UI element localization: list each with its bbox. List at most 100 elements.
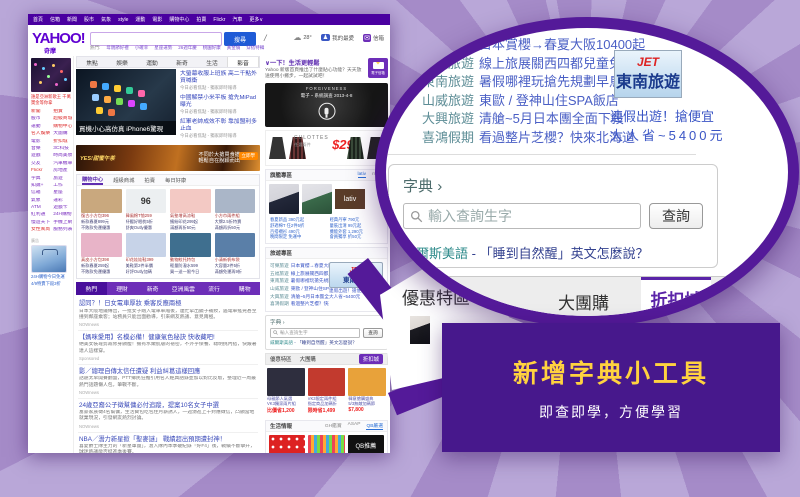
deal-image[interactable] [267, 367, 305, 396]
trending-keyword[interactable]: 小確幸 [135, 45, 149, 51]
sidebar-link[interactable]: 3C科技 [53, 146, 72, 152]
flagship-tab[interactable]: lativ [357, 172, 367, 178]
sidebar-link[interactable]: 房地產 [53, 168, 72, 174]
trending-keyword[interactable]: 桃園好康 [203, 45, 221, 51]
content-tab[interactable]: 新奇 [167, 57, 197, 67]
headline-item[interactable]: 大螢幕收服上班族 高二千點外資喊衝 今日必看焦點 - 獨家即時報導 [180, 71, 260, 91]
sidebar-link[interactable]: 購物中心 [53, 124, 72, 130]
sidebar-link[interactable]: 音樂 [31, 146, 50, 152]
top-nav-item[interactable]: 購物中心 [169, 16, 189, 23]
yahoo-logo[interactable]: YAHOO! [32, 30, 86, 47]
flagship-model-image[interactable] [269, 184, 299, 214]
content-tab[interactable]: 焦點 [77, 57, 107, 67]
sidebar-link[interactable]: 知識+ [31, 183, 50, 189]
product-card[interactable]: 小清新帆布袋 大容量2件5折 滿額免運再9折 [213, 232, 258, 276]
trending-keyword[interactable]: 星座運勢 [154, 45, 172, 51]
sidebar-link[interactable]: 氣象 [31, 198, 50, 204]
content-tab[interactable]: 運動 [137, 57, 167, 67]
shop-tab[interactable]: 拍賣 [144, 176, 155, 184]
sidebar-link[interactable]: 24H購物 [53, 212, 72, 218]
deal-tab[interactable]: 折扣城 [358, 353, 383, 364]
sidebar-link[interactable]: 女性風尚 [31, 227, 50, 233]
product-image[interactable] [214, 189, 255, 213]
content-tab[interactable]: 影音 [227, 57, 259, 67]
sidebar-link[interactable]: 字典 [31, 176, 50, 182]
deal-card[interactable]: 韓意搶購盛典 5/3無敵加碼節 $7,800 [348, 367, 387, 414]
sidebar-promo-image[interactable] [31, 58, 71, 92]
top-nav-item[interactable]: style [118, 17, 128, 23]
favorites-link[interactable]: ♟ 我的最愛 [320, 34, 354, 42]
mail-tile[interactable]: 電子信箱 [368, 58, 388, 78]
sidebar-link[interactable]: 手機上網 [53, 220, 72, 226]
culottes-ad[interactable]: CULOTTES 任選兩件 $299 [265, 130, 388, 166]
news-title[interactable]: 24歲亞裔公子徵幫傭必付追蹤，提案10名女子中選 [79, 402, 257, 410]
jet-ad-magnified[interactable]: JET 東南旅遊 [614, 50, 682, 98]
sidebar-link[interactable]: 拍賣 [53, 109, 72, 115]
shop-tab[interactable]: 購物中心 [82, 175, 104, 185]
trending-keyword[interactable]: 黃金價 [227, 45, 241, 51]
product-image[interactable] [125, 233, 166, 257]
product-image[interactable] [81, 233, 122, 257]
flagship-model-image[interactable] [302, 184, 332, 214]
feature-promo-title[interactable]: ∨一下！生活更輕鬆 [265, 58, 365, 67]
deal-tab[interactable]: 大團購 [558, 289, 609, 314]
headline-title[interactable]: 大螢幕收服上班族 高二千點外資喊衝 [180, 71, 260, 85]
sidebar-link[interactable]: 旅遊 [53, 176, 72, 182]
dictionary-search-button[interactable]: 查詢 [363, 327, 383, 338]
sidebar-link[interactable]: 汽車機車 [53, 161, 72, 167]
dictionary-input[interactable]: 輸入查詢生字 [403, 203, 641, 229]
life-thumb-qb[interactable]: QB推薦 [347, 434, 384, 453]
headline-title[interactable]: 中國解禁小米平板 搶先MiPad曝光 [180, 95, 260, 109]
product-card[interactable]: 96 韓風棉T恤259 紓壓好眠枕5折 舒爽Outly優惠 [124, 188, 169, 232]
shop-tab[interactable]: 超級商城 [113, 176, 134, 184]
trending-keyword[interactable]: 穿搭特輯 [246, 45, 264, 51]
life-tab[interactable]: QB嚴選 [366, 422, 383, 430]
microphone-ad[interactable]: FORGIVENESS 電子・系統調查 2013-4-8 [265, 83, 388, 127]
product-image[interactable] [81, 189, 122, 213]
product-card[interactable]: 氣墊增高涼鞋 繽紛印花299起 滿額再折50元 [168, 188, 213, 232]
news-title[interactable]: 認同？！日女電車厚妝 乘客反應兩極 [79, 300, 257, 308]
sidebar-link[interactable]: 服務列表 [53, 227, 72, 233]
food-ad-banner[interactable]: YES!甜蜜午茶 不同於大搶買食譜 輕鬆自在脫穎而出 立即學 [76, 145, 260, 171]
deal-tab[interactable]: 大團購 [300, 355, 316, 363]
top-nav-item[interactable]: Flickr [213, 17, 225, 23]
product-image[interactable] [214, 233, 255, 257]
product-card[interactable]: 小方巾兩件組 大牌2.5折特賣 滿額再折50元 [213, 188, 258, 232]
content-tab[interactable]: 生活 [197, 57, 227, 67]
shop-tab[interactable]: 每日好康 [165, 176, 186, 184]
jet-ad-line[interactable]: 大人省~5400元 [610, 125, 788, 144]
sidebar-link[interactable]: 工作 [53, 183, 72, 189]
top-nav-item[interactable]: 氣象 [101, 16, 111, 23]
hero-caption[interactable]: 買機小心高仿真 iPhone6驚現 [76, 121, 176, 135]
travel-link[interactable]: 可樂旅遊日本賞櫻→春夏大阪10400起 [270, 262, 329, 270]
top-nav-item[interactable]: 拍賣 [196, 16, 206, 23]
news-item[interactable]: 【媽咪愛用】名模必備！健康氣色秘訣 快收藏吧! 絕美女裝靠剪裁修身顯瘦！擁有水嫩… [78, 331, 258, 365]
sidebar-link[interactable]: 股市 [31, 116, 50, 122]
news-title[interactable]: 影／總理自傳太信任遭疑 利益糾葛這樣回應 [79, 368, 257, 376]
life-tab[interactable]: ASAP [348, 422, 361, 430]
deal-image[interactable] [348, 367, 387, 396]
suitcase-ad-image[interactable] [31, 245, 67, 274]
sidebar-link[interactable]: 運彩 [53, 198, 72, 204]
sidebar-link[interactable]: 電影 [31, 139, 50, 145]
mailbox-link[interactable]: ✉ 信箱 [363, 33, 384, 42]
top-nav-item[interactable]: 電影 [152, 16, 162, 23]
top-nav-item[interactable]: 更多∨ [249, 16, 263, 23]
news-tab[interactable]: 亞洲風雲 [168, 282, 199, 295]
dictionary-input[interactable]: 輸入查詢生字 [270, 327, 360, 338]
headline-item[interactable]: 中國解禁小米平板 搶先MiPad曝光 今日必看焦點 - 獨家即時報導 [180, 95, 260, 115]
news-tab[interactable]: 理財 [107, 282, 138, 295]
life-thumb-minnie[interactable] [269, 434, 306, 453]
dictionary-search-button[interactable]: 查詢 [649, 203, 703, 229]
trending-keyword[interactable]: 26週年慶 [178, 45, 197, 51]
flagship-link[interactable]: 晚間限定 免運中 [270, 234, 324, 240]
news-title[interactable]: 【媽咪愛用】名模必備！健康氣色秘訣 快收藏吧! [79, 334, 257, 342]
travel-link[interactable]: 東南旅遊暑假哪裡玩搶先規劃早鳥價 [270, 277, 329, 285]
sidebar-link[interactable]: ATM [31, 205, 50, 211]
feature-promo[interactable]: ∨一下！生活更輕鬆 Yahoo 新版首頁推出了什麼貼心功能？天天放送使用小撇步，… [265, 58, 388, 80]
travel-link[interactable]: 五福旅遊線上旅展關西四都兒童免費 [270, 270, 329, 278]
sidebar-link[interactable]: 紅利通 [31, 212, 50, 218]
sidebar-link[interactable]: 運動 [31, 124, 50, 130]
sidebar-link[interactable]: 星座 [53, 190, 72, 196]
deal-tab-active[interactable]: 折扣城 [641, 277, 711, 316]
